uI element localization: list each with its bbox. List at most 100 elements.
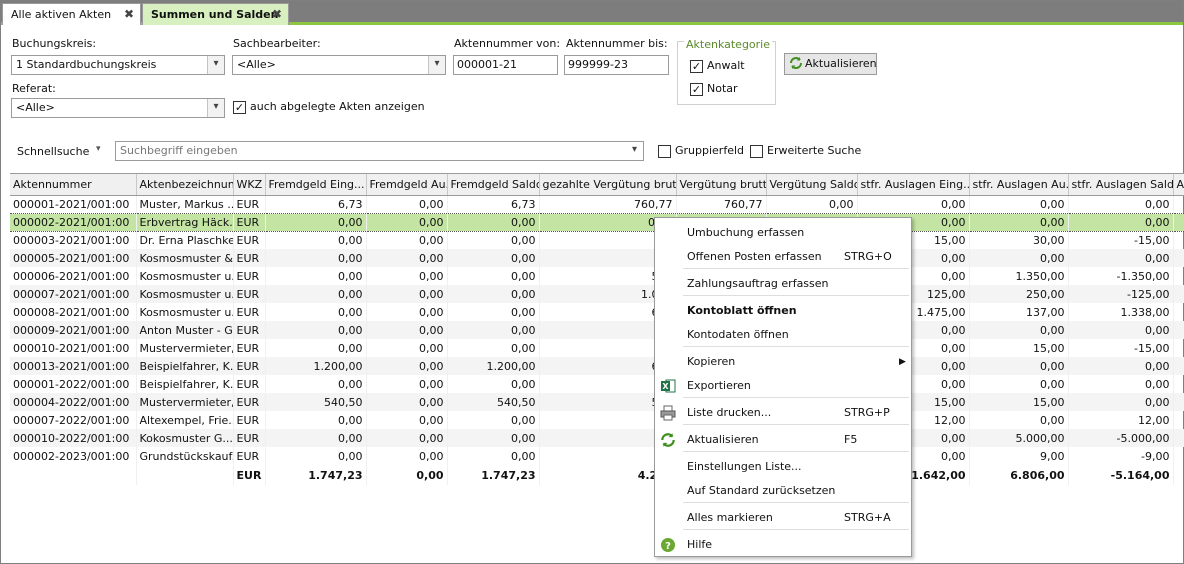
- total-cell: -5.164,00: [1068, 465, 1174, 485]
- column-header[interactable]: gezahlte Vergütung brutto: [539, 174, 677, 196]
- table-row[interactable]: 000003-2021/001:00 Dr. Erna Plaschke EUR 0,…: [10, 231, 1184, 249]
- checkbox-checked-icon[interactable]: ✓: [690, 82, 703, 96]
- table-cell: 0,00: [265, 321, 367, 339]
- table-row[interactable]: 000002-2021/001:00 Erbvertrag Häck... EUR 0…: [10, 212, 1184, 232]
- table-row[interactable]: 000010-2021/001:00Mustervermieter,...EUR…: [10, 339, 1184, 357]
- menu-item-exportieren[interactable]: X Exportieren: [655, 375, 911, 397]
- table-cell: 0,00: [969, 249, 1069, 267]
- menu-item-einstellungen-liste[interactable]: Einstellungen Liste...: [655, 456, 911, 478]
- table-cell: EUR: [233, 321, 266, 339]
- aktennummer-bis-input[interactable]: 999999-23: [564, 55, 669, 75]
- table-cell: EUR: [233, 285, 266, 303]
- tab-alle-aktiven-akten[interactable]: Alle aktiven Akten ✖: [2, 3, 141, 25]
- referat-value: <Alle>: [16, 101, 55, 114]
- chevron-down-icon[interactable]: ▾: [207, 99, 224, 117]
- table-row[interactable]: 000008-2021/001:00 Kosmosmuster u... EUR 0,…: [10, 303, 1184, 321]
- table-row[interactable]: 000002-2023/001:00 Grundstückskauf... EUR 0…: [10, 447, 1184, 465]
- sachbearbeiter-select[interactable]: <Alle> ▾: [232, 55, 446, 75]
- table-cell: 0,00: [265, 339, 367, 357]
- table-cell: [1173, 249, 1184, 267]
- close-icon[interactable]: ✖: [272, 4, 282, 25]
- column-header[interactable]: Aktennummer: [10, 174, 137, 196]
- table-cell: 0,00: [1068, 195, 1174, 213]
- column-header[interactable]: Al: [1173, 174, 1184, 196]
- anwalt-checkbox[interactable]: ✓ Anwalt: [690, 59, 745, 73]
- checkbox-checked-icon[interactable]: ✓: [690, 59, 703, 73]
- search-input[interactable]: Suchbegriff eingeben ▾: [115, 141, 644, 161]
- checkbox-unchecked-icon[interactable]: [658, 144, 671, 158]
- table-cell: 9,00: [969, 447, 1069, 465]
- menu-item-label: Liste drucken...: [687, 406, 772, 419]
- menu-item-kontoblatt-öffnen[interactable]: Kontoblatt öffnen: [655, 300, 911, 322]
- akten-table[interactable]: Aktennummer Aktenbezeichnung WKZ Fremdgeld …: [10, 173, 1184, 563]
- table-row[interactable]: 000013-2021/001:00 Beispielfahrer, K... EU…: [10, 357, 1184, 375]
- table-row[interactable]: 000006-2021/001:00 Kosmosmuster u... EUR 0,…: [10, 267, 1184, 285]
- column-header[interactable]: stfr. Auslagen Saldo: [1068, 174, 1174, 196]
- column-header[interactable]: stfr. Auslagen Eing...: [857, 174, 970, 196]
- menu-item-liste-drucken[interactable]: Liste drucken... STRG+P: [655, 402, 911, 424]
- table-cell: 000005-2021/001:00: [10, 249, 137, 267]
- checkbox-unchecked-icon[interactable]: [750, 144, 763, 158]
- menu-separator: [683, 502, 909, 503]
- table-row[interactable]: 000001-2021/001:00 Muster, Markus ... EUR 6…: [10, 195, 1184, 213]
- table-cell: EUR: [233, 267, 266, 285]
- table-cell: [1173, 303, 1184, 321]
- table-row[interactable]: 000005-2021/001:00Kosmosmuster &...EUR0,…: [10, 249, 1184, 267]
- menu-item-umbuchung-erfassen[interactable]: Umbuchung erfassen: [655, 222, 911, 244]
- table-row[interactable]: 000007-2022/001:00 Altexempel, Frie... EUR…: [10, 411, 1184, 429]
- column-header[interactable]: stfr. Auslagen Au...: [969, 174, 1069, 196]
- table-cell: 6,73: [265, 195, 367, 213]
- column-header[interactable]: Vergütung Saldo: [766, 174, 858, 196]
- chevron-down-icon[interactable]: ▾: [207, 56, 224, 74]
- column-header[interactable]: Vergütung brutto: [676, 174, 767, 196]
- chevron-down-icon[interactable]: ▾: [626, 142, 643, 160]
- chevron-down-icon[interactable]: ▾: [428, 56, 445, 74]
- aktennummer-von-input[interactable]: 000001-21: [453, 55, 558, 75]
- table-cell: 760,77: [676, 195, 767, 213]
- column-header[interactable]: Fremdgeld Au...: [366, 174, 448, 196]
- abgelegte-akten-checkbox[interactable]: ✓ auch abgelegte Akten anzeigen: [233, 100, 425, 114]
- table-cell: 000007-2022/001:00: [10, 411, 137, 429]
- table-cell: 0,00: [366, 429, 448, 447]
- menu-item-hilfe[interactable]: ? Hilfe: [655, 534, 911, 556]
- menu-item-zahlungsauftrag-erfassen[interactable]: Zahlungsauftrag erfassen: [655, 273, 911, 295]
- menu-item-auf-standard-zurücksetzen[interactable]: Auf Standard zurücksetzen: [655, 480, 911, 502]
- buchungskreis-select[interactable]: 1 Standardbuchungskreis ▾: [11, 55, 225, 75]
- aktualisieren-button[interactable]: Aktualisieren: [784, 53, 877, 75]
- gruppierfeld-checkbox[interactable]: Gruppierfeld: [658, 144, 744, 158]
- close-icon[interactable]: ✖: [124, 4, 134, 25]
- notar-checkbox[interactable]: ✓ Notar: [690, 82, 738, 96]
- tab-summen-und-salden[interactable]: Summen und Salden ✖: [142, 3, 289, 25]
- totals-row: EUR1.747,230,001.747,234.2681.642,006.80…: [10, 465, 1184, 485]
- table-row[interactable]: 000007-2021/001:00 Kosmosmuster u... EUR 0,…: [10, 285, 1184, 303]
- table-row[interactable]: 000001-2022/001:00 Beispielfahrer, K... EU…: [10, 375, 1184, 393]
- column-header[interactable]: Fremdgeld Eing...: [265, 174, 367, 196]
- table-cell: EUR: [233, 212, 266, 232]
- refresh-icon: [790, 57, 802, 69]
- table-cell: 0,00: [366, 249, 448, 267]
- menu-item-offenen-posten-erfassen[interactable]: Offenen Posten erfassen STRG+O: [655, 246, 911, 268]
- column-header[interactable]: Aktenbezeichnung: [136, 174, 234, 196]
- table-cell: 0,00: [447, 429, 540, 447]
- menu-item-kontodaten-öffnen[interactable]: Kontodaten öffnen: [655, 324, 911, 346]
- table-cell: 0,00: [447, 411, 540, 429]
- referat-select[interactable]: <Alle> ▾: [11, 98, 225, 118]
- menu-separator: [683, 295, 909, 296]
- table-cell: [1173, 375, 1184, 393]
- menu-item-label: Kontoblatt öffnen: [687, 304, 797, 317]
- aktenkategorie-group: Aktenkategorie ✓ Anwalt ✓ Notar: [677, 39, 776, 105]
- checkbox-checked-icon[interactable]: ✓: [233, 100, 246, 114]
- column-header[interactable]: Fremdgeld Saldo: [447, 174, 540, 196]
- menu-item-alles-markieren[interactable]: Alles markieren STRG+A: [655, 507, 911, 529]
- table-cell: Mustervermieter,...: [136, 339, 234, 357]
- chevron-down-icon[interactable]: ▾: [96, 144, 101, 154]
- table-row[interactable]: 000009-2021/001:00 Anton Muster - G... EUR…: [10, 321, 1184, 339]
- table-row[interactable]: 000010-2022/001:00 Kokosmuster G... EUR 0,0…: [10, 429, 1184, 447]
- table-cell: [1173, 212, 1184, 232]
- table-row[interactable]: 000004-2022/001:00Mustervermieter,...EUR…: [10, 393, 1184, 411]
- table-cell: 000007-2021/001:00: [10, 285, 137, 303]
- erweiterte-suche-checkbox[interactable]: Erweiterte Suche: [750, 144, 861, 158]
- menu-item-kopieren[interactable]: Kopieren ▶: [655, 351, 911, 373]
- column-header[interactable]: WKZ: [233, 174, 266, 196]
- menu-item-aktualisieren[interactable]: Aktualisieren F5: [655, 429, 911, 451]
